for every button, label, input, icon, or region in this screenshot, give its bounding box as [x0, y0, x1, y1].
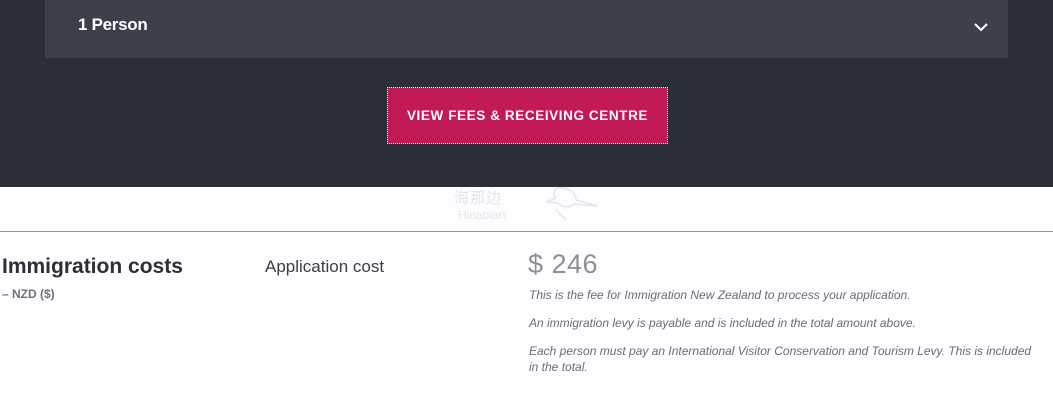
currency-label: – NZD ($): [2, 287, 55, 301]
watermark-text-cn: 海那边: [454, 189, 503, 207]
watermark-text-en: Hinabian: [458, 208, 506, 222]
chevron-down-icon[interactable]: [973, 19, 989, 35]
application-cost-amount: $ 246: [528, 249, 599, 279]
section-title: Immigration costs: [2, 255, 183, 278]
application-cost-label: Application cost: [265, 257, 385, 276]
watermark-bird-icon: [545, 187, 599, 221]
fee-note: This is the fee for Immigration New Zeal…: [529, 288, 911, 302]
levy-note: An immigration levy is payable and is in…: [529, 316, 916, 330]
watermark: 海那边 Hinabian: [452, 182, 602, 227]
person-count-value: 1 Person: [78, 15, 148, 34]
fee-finder-panel: 1 Person VIEW FEES & RECEIVING CENTRE: [0, 0, 1053, 187]
section-divider: [0, 231, 1053, 232]
ivl-note: Each person must pay an International Vi…: [529, 344, 1032, 374]
person-count-select[interactable]: 1 Person: [45, 0, 1008, 58]
view-fees-button[interactable]: VIEW FEES & RECEIVING CENTRE: [387, 87, 668, 144]
